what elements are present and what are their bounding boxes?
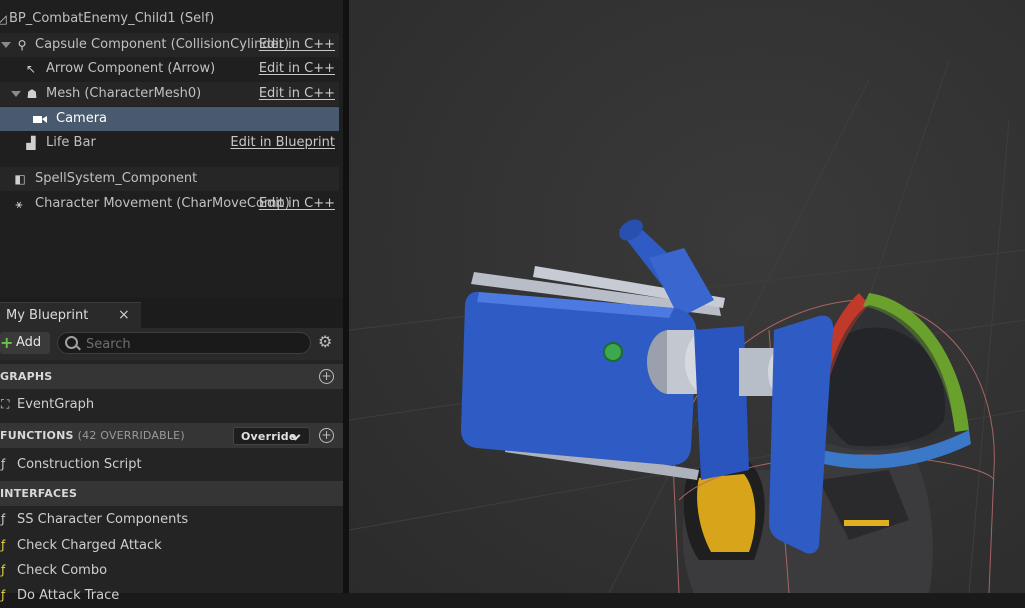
- component-row-mesh[interactable]: ☗ Mesh (CharacterMesh0) Edit in C++: [0, 82, 339, 106]
- interface-function-icon: ƒ: [1, 588, 6, 602]
- list-item-interface[interactable]: ƒ SS Character Components: [0, 508, 343, 532]
- edit-in-cpp-link[interactable]: Edit in C++: [259, 37, 335, 52]
- override-dropdown[interactable]: Override: [233, 427, 310, 445]
- left-panel: ◿ BP_CombatEnemy_Child1 (Self) ⚲ Capsule…: [0, 0, 343, 603]
- capsule-icon: ⚲: [17, 38, 27, 52]
- edit-in-cpp-link[interactable]: Edit in C++: [259, 196, 335, 211]
- components-tree: ◿ BP_CombatEnemy_Child1 (Self) ⚲ Capsule…: [0, 0, 343, 298]
- functions-title: FUNCTIONS: [0, 429, 74, 442]
- edit-in-cpp-link[interactable]: Edit in C++: [259, 61, 335, 76]
- arrow-component-icon: ↖: [25, 62, 37, 76]
- item-label: Check Charged Attack: [17, 538, 162, 553]
- interface-function-icon: ƒ: [1, 512, 6, 526]
- camera-mesh: [461, 219, 834, 554]
- movement-icon: ⚹: [15, 197, 23, 211]
- my-blueprint-toolbar: + Add ⚙: [0, 328, 343, 360]
- item-label: Construction Script: [17, 457, 142, 472]
- overridable-count: (42 OVERRIDABLE): [77, 429, 185, 442]
- component-label: Capsule Component (CollisionCylinder): [35, 37, 290, 52]
- component-label: Mesh (CharacterMesh0): [46, 86, 202, 101]
- edit-in-blueprint-link[interactable]: Edit in Blueprint: [230, 135, 335, 150]
- plus-icon: +: [0, 333, 14, 352]
- functions-section-header[interactable]: FUNCTIONS (42 OVERRIDABLE) Override +: [0, 423, 343, 448]
- tab-label: My Blueprint: [6, 308, 89, 323]
- component-label: Character Movement (CharMoveComp): [35, 196, 290, 211]
- component-label: Arrow Component (Arrow): [46, 61, 216, 76]
- search-icon: [65, 336, 78, 349]
- viewport[interactable]: [349, 0, 1025, 593]
- section-title: INTERFACES: [0, 487, 78, 500]
- section-title: GRAPHS: [0, 370, 53, 383]
- component-label: SpellSystem_Component: [35, 171, 198, 186]
- interfaces-section-header[interactable]: INTERFACES: [0, 481, 343, 506]
- add-function-icon[interactable]: +: [319, 428, 334, 443]
- item-label: SS Character Components: [17, 512, 189, 527]
- section-title: FUNCTIONS (42 OVERRIDABLE): [0, 429, 185, 442]
- interface-function-icon: ƒ: [1, 563, 6, 577]
- widget-icon: ▟: [26, 136, 36, 150]
- component-row-arrow[interactable]: ↖ Arrow Component (Arrow) Edit in C++: [0, 57, 339, 81]
- interface-function-icon: ƒ: [1, 538, 6, 552]
- component-row-self[interactable]: ◿ BP_CombatEnemy_Child1 (Self): [0, 7, 339, 31]
- gear-icon[interactable]: ⚙: [318, 334, 334, 350]
- component-row-spellsystem[interactable]: ◧ SpellSystem_Component: [0, 167, 339, 191]
- add-label: Add: [16, 335, 42, 350]
- graphs-section-header[interactable]: GRAPHS +: [0, 364, 343, 389]
- actor-component-icon: ◧: [14, 172, 26, 186]
- expand-arrow-icon[interactable]: [1, 42, 11, 48]
- component-row-lifebar[interactable]: ▟ Life Bar Edit in Blueprint: [0, 131, 339, 155]
- search-input[interactable]: [84, 334, 298, 354]
- graph-icon: ⛶: [1, 397, 10, 411]
- list-item-construction-script[interactable]: ƒ Construction Script: [0, 453, 343, 477]
- add-graph-icon[interactable]: +: [319, 369, 334, 384]
- close-icon[interactable]: ×: [118, 307, 130, 323]
- viewport-scene: [349, 59, 1025, 593]
- skeletal-mesh-icon: ☗: [26, 87, 38, 101]
- item-label: Check Combo: [17, 563, 108, 578]
- component-label: BP_CombatEnemy_Child1 (Self): [9, 11, 215, 26]
- list-item-eventgraph[interactable]: ⛶ EventGraph: [0, 393, 343, 417]
- list-item-interface[interactable]: ƒ Do Attack Trace: [0, 584, 343, 608]
- override-label: Override: [241, 430, 297, 443]
- component-label: Camera: [56, 111, 108, 126]
- search-box[interactable]: [57, 332, 311, 354]
- list-item-interface[interactable]: ƒ Check Charged Attack: [0, 534, 343, 558]
- my-blueprint-tab[interactable]: My Blueprint ×: [0, 302, 141, 329]
- list-item-interface[interactable]: ƒ Check Combo: [0, 559, 343, 583]
- component-row-movement[interactable]: ⚹ Character Movement (CharMoveComp) Edit…: [0, 192, 339, 216]
- camera-icon: [33, 116, 47, 123]
- add-button[interactable]: + Add: [0, 332, 50, 354]
- component-label: Life Bar: [46, 135, 96, 150]
- item-label: Do Attack Trace: [17, 588, 120, 603]
- component-row-camera[interactable]: Camera: [0, 107, 339, 131]
- edit-in-cpp-link[interactable]: Edit in C++: [259, 86, 335, 101]
- function-icon: ƒ: [1, 457, 6, 471]
- component-row-capsule[interactable]: ⚲ Capsule Component (CollisionCylinder) …: [0, 33, 339, 57]
- item-label: EventGraph: [17, 397, 95, 412]
- expand-arrow-icon[interactable]: [11, 91, 21, 97]
